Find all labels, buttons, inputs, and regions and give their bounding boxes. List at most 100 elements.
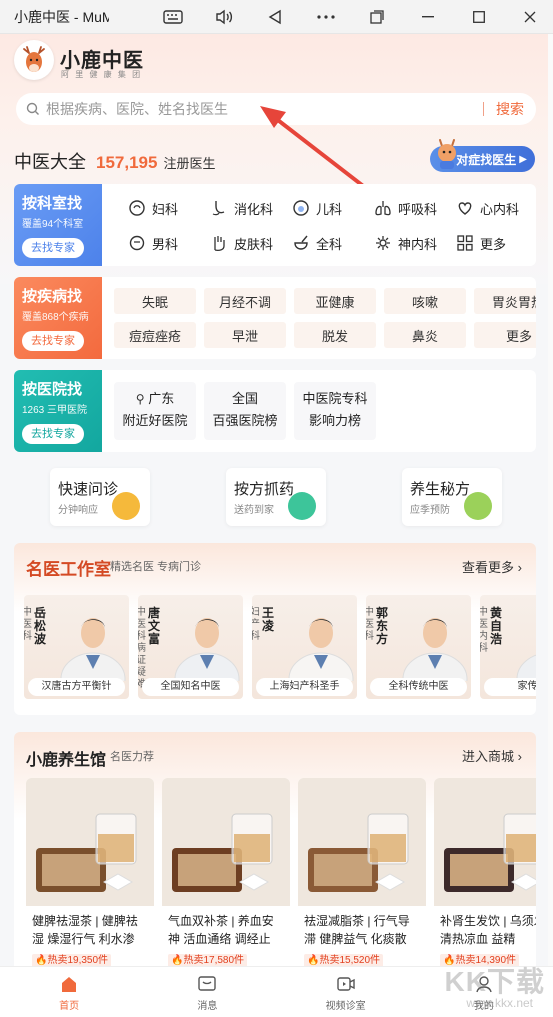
dept-dermatology[interactable]: 皮肤科 bbox=[210, 232, 292, 254]
disease-chip-more[interactable]: 更多 bbox=[474, 322, 536, 348]
dept-cardiology[interactable]: 心内科 bbox=[456, 197, 536, 219]
dept-more[interactable]: 更多 bbox=[456, 232, 536, 254]
doctor-stats: 中医大全 157,195 注册医生 bbox=[14, 148, 215, 174]
dept-gynecology[interactable]: 妇科 bbox=[128, 197, 210, 219]
minimize-icon[interactable] bbox=[404, 0, 451, 34]
department-find-button[interactable]: 去找专家 bbox=[22, 238, 84, 258]
disease-chip[interactable]: 失眠 bbox=[114, 288, 196, 314]
stats-suffix: 注册医生 bbox=[163, 156, 216, 171]
prescription-card[interactable]: 按方抓药 送药到家 bbox=[226, 468, 326, 526]
scrollbar-edge[interactable] bbox=[548, 34, 553, 966]
search-input[interactable]: 根据疾病、医院、姓名找医生 bbox=[46, 99, 483, 119]
product-card[interactable]: 气血双补茶 | 养血安神 活血通络 调经止 🔥热卖17,580件 bbox=[162, 778, 290, 978]
product-card[interactable]: 祛湿减脂茶 | 行气导滞 健脾益气 化痰散 🔥热卖15,520件 bbox=[298, 778, 426, 978]
disease-chip[interactable]: 月经不调 bbox=[204, 288, 286, 314]
dept-general[interactable]: 全科 bbox=[292, 232, 374, 254]
tea-image bbox=[434, 778, 536, 906]
hospital-nearby[interactable]: ⚲ 广东 附近好医院 bbox=[114, 382, 196, 440]
hospital-specialty[interactable]: 中医院专科 影响力榜 bbox=[294, 382, 376, 440]
tab-video-clinic[interactable]: 视频诊室 bbox=[277, 967, 415, 1017]
male-icon bbox=[128, 234, 146, 252]
quick-title: 按方抓药 bbox=[234, 481, 295, 498]
hospital-side-card[interactable]: 按医院找 1263 三甲医院 去找专家 bbox=[14, 370, 102, 452]
chevron-right-icon: › bbox=[517, 560, 522, 575]
tea-image bbox=[298, 778, 426, 906]
dept-pediatrics[interactable]: 儿科 bbox=[292, 197, 374, 219]
dept-label: 神内科 bbox=[398, 236, 438, 252]
hospital-specialty-line2: 影响力榜 bbox=[308, 413, 361, 428]
back-icon[interactable] bbox=[251, 0, 298, 34]
tab-label: 消息 bbox=[197, 1001, 218, 1012]
doctors-section: 名医工作室 精选名医 专病门诊 查看更多 › 中医科 岳松波 汉唐古方平衡针 中医科 … bbox=[14, 543, 536, 715]
tab-messages[interactable]: 消息 bbox=[138, 967, 276, 1017]
doctor-card[interactable]: 中医科 岳松波 汉唐古方平衡针 bbox=[24, 595, 129, 699]
quick-title: 养生秘方 bbox=[410, 481, 471, 498]
dept-label: 儿科 bbox=[316, 201, 343, 217]
quick-consult-card[interactable]: 快速问诊 分钟响应 bbox=[50, 468, 150, 526]
hospital-top100-line1: 全国 bbox=[231, 391, 258, 406]
quick-title: 快速问诊 bbox=[58, 481, 119, 498]
shop-more-link[interactable]: 进入商城 › bbox=[462, 746, 522, 765]
dept-neurology[interactable]: 神内科 bbox=[374, 232, 456, 254]
product-image bbox=[162, 778, 290, 906]
disease-find-button[interactable]: 去找专家 bbox=[22, 331, 84, 351]
disease-chip[interactable]: 痘痘痤疮 bbox=[114, 322, 196, 348]
brand-subtitle: 阿 里 健 康 集 团 bbox=[61, 70, 143, 79]
health-recipe-card[interactable]: 养生秘方 应季预防 bbox=[402, 468, 502, 526]
lungs-icon bbox=[374, 199, 392, 217]
doctor-card[interactable]: 中医科 郭东方 全科传统中医 bbox=[366, 595, 471, 699]
dept-label: 消化科 bbox=[234, 201, 274, 217]
tea-image bbox=[162, 778, 290, 906]
search-bar[interactable]: 根据疾病、医院、姓名找医生 搜索 bbox=[16, 93, 536, 125]
doctor-card[interactable]: 中医科 病证疑难唐文富全国知名中医 bbox=[138, 595, 243, 699]
hospital-top100-line2: 百强医院榜 bbox=[212, 413, 278, 428]
hospital-find-button[interactable]: 去找专家 bbox=[22, 424, 84, 444]
doctor-card[interactable]: 妇产科 王凌 上海妇产科圣手 bbox=[252, 595, 357, 699]
doctor-name: 唐文富 bbox=[148, 606, 161, 646]
disease-chip[interactable]: 早泄 bbox=[204, 322, 286, 348]
maximize-icon[interactable] bbox=[455, 0, 502, 34]
product-name: 祛湿减脂茶 | 行气导滞 健脾益气 化痰散 bbox=[304, 914, 410, 946]
disease-chip[interactable]: 胃炎胃热 bbox=[474, 288, 536, 314]
chevron-right-icon: › bbox=[517, 749, 522, 764]
department-sub: 覆盖94个科室 bbox=[22, 219, 84, 230]
doctor-label: 家传黄 bbox=[484, 678, 536, 696]
disease-sub: 覆盖868个疾病 bbox=[22, 312, 89, 323]
dept-respiratory[interactable]: 呼吸科 bbox=[374, 197, 456, 219]
disease-side-card[interactable]: 按疾病找 覆盖868个疾病 去找专家 bbox=[14, 277, 102, 359]
baby-icon bbox=[292, 199, 310, 217]
disease-title: 按疾病找 bbox=[22, 288, 83, 305]
product-card[interactable]: 补肾生发饮 | 乌须发 清热凉血 益精 🔥热卖14,390件 bbox=[434, 778, 536, 978]
close-icon[interactable] bbox=[506, 0, 553, 34]
search-button[interactable]: 搜索 bbox=[496, 99, 524, 119]
disease-chip[interactable]: 鼻炎 bbox=[384, 322, 466, 348]
disease-chip[interactable]: 咳嗽 bbox=[384, 288, 466, 314]
dept-andrology[interactable]: 男科 bbox=[128, 232, 210, 254]
message-icon bbox=[198, 976, 217, 991]
product-image bbox=[298, 778, 426, 906]
doctor-photo bbox=[288, 618, 354, 681]
doctor-photo bbox=[516, 654, 536, 681]
doctor-card[interactable]: 中医内科黄自浩家传黄 bbox=[480, 595, 536, 699]
doctor-name: 岳松波 bbox=[34, 606, 47, 646]
shop-sub: 名医力荐 bbox=[110, 751, 154, 763]
fire-icon: 🔥 bbox=[307, 955, 320, 966]
volume-icon[interactable] bbox=[200, 0, 247, 34]
disease-chip[interactable]: 亚健康 bbox=[294, 288, 376, 314]
product-card[interactable]: 健脾祛湿茶 | 健脾祛湿 燥湿行气 利水渗 🔥热卖19,350件 bbox=[26, 778, 154, 978]
keyboard-icon[interactable] bbox=[149, 0, 196, 34]
department-side-card[interactable]: 按科室找 覆盖94个科室 去找专家 bbox=[14, 184, 102, 266]
tea-image bbox=[26, 778, 154, 906]
deer-mascot-icon bbox=[438, 139, 456, 169]
dept-label: 心内科 bbox=[480, 201, 520, 217]
tab-home[interactable]: 首页 bbox=[0, 967, 138, 1017]
hospital-top100[interactable]: 全国 百强医院榜 bbox=[204, 382, 286, 440]
product-sales-text: 热卖19,350件 bbox=[47, 955, 109, 966]
restore-mini-icon[interactable] bbox=[353, 0, 400, 34]
stats-label: 中医大全 bbox=[14, 152, 86, 172]
dept-label: 男科 bbox=[152, 236, 179, 252]
disease-chip[interactable]: 脱发 bbox=[294, 322, 376, 348]
doctors-more-link[interactable]: 查看更多 › bbox=[462, 557, 522, 576]
dept-digestive[interactable]: 消化科 bbox=[210, 197, 292, 219]
more-icon[interactable] bbox=[302, 0, 349, 34]
